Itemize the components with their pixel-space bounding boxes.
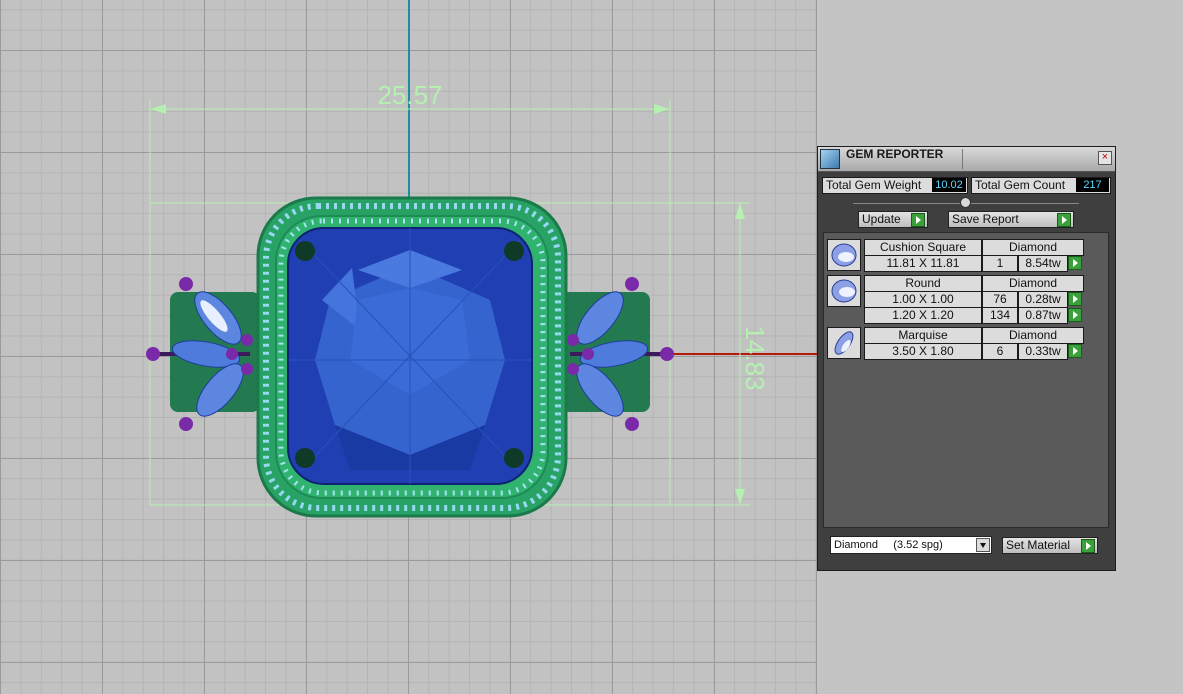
ring-render: 25.57 14.83 xyxy=(146,0,817,518)
gem-row-go-button[interactable] xyxy=(1068,344,1082,358)
marquise-gem-icon[interactable] xyxy=(827,327,861,359)
gem-group-shape: Cushion Square xyxy=(864,239,982,256)
total-weight-label: Total Gem Weight xyxy=(826,178,922,192)
gem-group-shape: Marquise xyxy=(864,327,982,344)
3d-viewport[interactable]: 25.57 14.83 xyxy=(0,0,817,694)
center-stone xyxy=(287,227,533,485)
gem-list: Cushion Square Diamond 11.81 X 11.81 1 8… xyxy=(823,232,1109,528)
gem-row-go-button[interactable] xyxy=(1068,292,1082,306)
gem-row-count: 1 xyxy=(982,255,1018,272)
titlebar-divider xyxy=(962,149,963,169)
gem-row-weight: 8.54tw xyxy=(1018,255,1068,272)
chevron-down-icon[interactable] xyxy=(976,538,990,552)
gem-reporter-panel: GEM REPORTER × Total Gem Weight 10.02 To… xyxy=(817,146,1116,571)
panel-titlebar[interactable]: GEM REPORTER × xyxy=(818,147,1115,172)
save-report-go-icon xyxy=(1057,213,1071,227)
material-select-value: Diamond (3.52 spg) xyxy=(834,539,943,551)
gem-row-count: 76 xyxy=(982,291,1018,308)
set-material-button[interactable]: Set Material xyxy=(1002,537,1098,554)
update-button-label: Update xyxy=(862,212,901,226)
width-dimension-label: 25.57 xyxy=(377,80,442,110)
panel-title: GEM REPORTER xyxy=(846,147,944,161)
panel-splitter-handle[interactable] xyxy=(960,197,971,208)
gem-group-material: Diamond xyxy=(982,239,1084,256)
gem-row-go-button[interactable] xyxy=(1068,308,1082,322)
round-gem-icon[interactable] xyxy=(827,275,861,307)
total-count-label: Total Gem Count xyxy=(975,178,1066,192)
gem-group-material: Diamond xyxy=(982,327,1084,344)
gem-row-count: 6 xyxy=(982,343,1018,360)
gem-row-weight: 0.33tw xyxy=(1018,343,1068,360)
update-button[interactable]: Update xyxy=(858,211,928,228)
save-report-button[interactable]: Save Report xyxy=(948,211,1074,228)
set-material-button-label: Set Material xyxy=(1006,538,1071,552)
total-weight-value: 10.02 xyxy=(932,178,966,192)
gem-row-go-button[interactable] xyxy=(1068,256,1082,270)
gem-row-weight: 0.87tw xyxy=(1018,307,1068,324)
gem-row-size: 1.20 X 1.20 xyxy=(864,307,982,324)
height-dimension-label: 14.83 xyxy=(740,325,770,390)
save-report-button-label: Save Report xyxy=(952,212,1019,226)
gem-row-size: 11.81 X 11.81 xyxy=(864,255,982,272)
update-go-icon xyxy=(911,213,925,227)
material-select[interactable]: Diamond (3.52 spg) xyxy=(830,536,992,554)
gem-group-shape: Round xyxy=(864,275,982,292)
left-side-stones xyxy=(146,277,260,431)
total-count-value: 217 xyxy=(1076,178,1109,192)
right-side-stones xyxy=(560,277,674,431)
set-material-go-icon xyxy=(1081,539,1095,553)
gem-row-size: 1.00 X 1.00 xyxy=(864,291,982,308)
cushion-gem-icon[interactable] xyxy=(827,239,861,271)
gem-reporter-icon xyxy=(820,149,840,169)
gem-row-size: 3.50 X 1.80 xyxy=(864,343,982,360)
close-button[interactable]: × xyxy=(1098,151,1112,165)
gem-row-count: 134 xyxy=(982,307,1018,324)
gem-row-weight: 0.28tw xyxy=(1018,291,1068,308)
gem-group-material: Diamond xyxy=(982,275,1084,292)
